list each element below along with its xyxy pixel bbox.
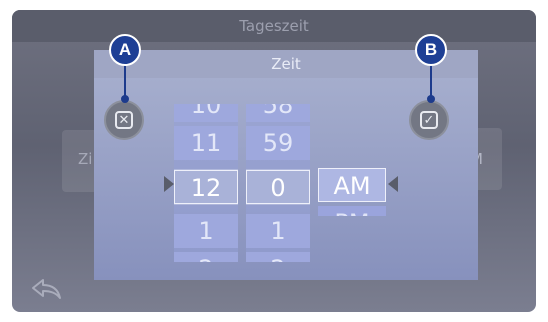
confirm-button[interactable]: ✓ <box>409 100 449 140</box>
minute-picker-column[interactable]: 58 59 0 1 2 <box>246 104 310 262</box>
hour-option[interactable]: 1 <box>174 214 238 248</box>
callout-b-dot <box>427 95 435 103</box>
hour-option[interactable]: 11 <box>174 126 238 160</box>
background-left-label: Zi <box>78 150 93 168</box>
minute-option[interactable]: 1 <box>246 214 310 248</box>
hour-option[interactable]: 2 <box>174 252 238 262</box>
callout-a-dot <box>121 95 129 103</box>
screen-title: Tageszeit <box>12 10 536 42</box>
ampm-selected[interactable]: AM <box>318 168 386 202</box>
cancel-button[interactable]: ✕ <box>104 100 144 140</box>
check-icon: ✓ <box>420 111 438 129</box>
selection-arrow-left-icon <box>388 176 398 192</box>
selection-arrow-right-icon <box>164 176 174 192</box>
minute-selected[interactable]: 0 <box>246 170 310 204</box>
close-x-icon: ✕ <box>115 111 133 129</box>
minute-option[interactable]: 58 <box>246 104 310 122</box>
hour-option[interactable]: 10 <box>174 104 238 122</box>
back-arrow-icon[interactable] <box>30 278 64 306</box>
minute-option[interactable]: 2 <box>246 252 310 262</box>
hour-selected[interactable]: 12 <box>174 170 238 204</box>
callout-a-badge: A <box>109 34 141 66</box>
ampm-option[interactable]: PM <box>318 206 386 216</box>
hour-picker-column[interactable]: 10 11 12 1 2 <box>174 104 238 262</box>
minute-option[interactable]: 59 <box>246 126 310 160</box>
ampm-picker-column[interactable]: AM PM <box>318 168 386 216</box>
callout-b-badge: B <box>415 34 447 66</box>
